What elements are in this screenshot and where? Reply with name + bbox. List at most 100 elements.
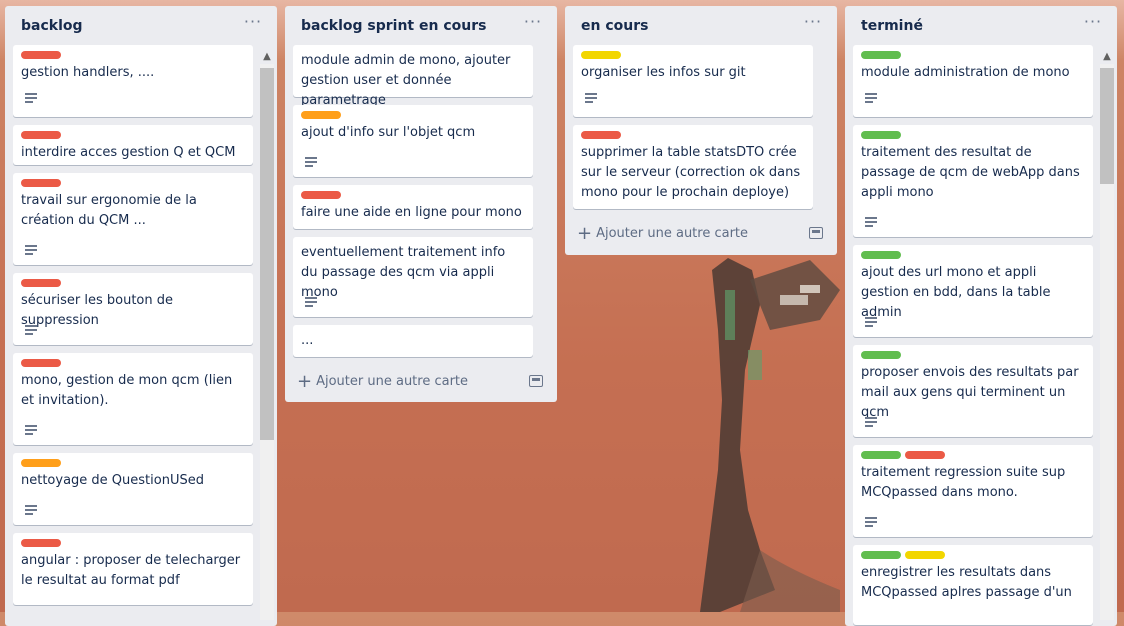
card-title: ajout d'info sur l'objet qcm (301, 125, 476, 140)
plus-icon: + (577, 223, 593, 244)
card-labels (21, 179, 61, 187)
label-red[interactable] (21, 359, 61, 367)
list-0: backlog ··· gestion handlers, .... interdir… (5, 6, 277, 626)
card[interactable]: angular : proposer de telecharger le res… (13, 533, 253, 605)
card-labels (861, 451, 945, 459)
label-orange[interactable] (301, 111, 341, 119)
label-red[interactable] (21, 179, 61, 187)
card[interactable]: enregistrer les resultats dans MCQpassed… (853, 545, 1093, 625)
label-yellow[interactable] (581, 51, 621, 59)
description-icon (865, 517, 877, 527)
more-horizontal-icon[interactable]: ··· (521, 14, 545, 34)
list-title[interactable]: backlog (21, 18, 83, 34)
card-title: supprimer la table statsDTO crée sur le … (581, 145, 801, 200)
card-labels (861, 131, 901, 139)
scroll-thumb[interactable] (260, 68, 274, 440)
card-title: angular : proposer de telecharger le res… (21, 553, 241, 588)
card-title: module admin de mono, ajouter gestion us… (301, 53, 511, 108)
more-horizontal-icon[interactable]: ··· (241, 14, 265, 34)
card-list: gestion handlers, .... interdire acces ge… (5, 45, 277, 626)
card[interactable]: nettoyage de QuestionUSed (13, 453, 253, 525)
card[interactable]: ... (293, 325, 533, 357)
card-labels (581, 131, 621, 139)
card-title: ajout des url mono et appli gestion en b… (861, 265, 1051, 320)
card[interactable]: interdire acces gestion Q et QCM ... (13, 125, 253, 180)
card[interactable]: sécuriser les bouton de suppression (13, 273, 253, 345)
more-horizontal-icon[interactable]: ··· (1081, 14, 1105, 34)
card[interactable]: traitement des resultat de passage de qc… (853, 125, 1093, 237)
card-template-icon[interactable] (529, 375, 543, 387)
more-horizontal-icon[interactable]: ··· (801, 14, 825, 34)
card-labels (861, 251, 901, 259)
list-title[interactable]: en cours (581, 18, 648, 34)
card-title: eventuellement traitement info du passag… (301, 245, 506, 300)
scroll-up-arrow-icon[interactable]: ▲ (259, 50, 275, 64)
label-green[interactable] (861, 351, 901, 359)
list-3: terminé ··· module administration de mono t… (845, 6, 1117, 626)
card-template-icon[interactable] (809, 227, 823, 239)
plus-icon: + (297, 371, 313, 392)
label-red[interactable] (905, 451, 945, 459)
card-labels (21, 131, 61, 139)
label-orange[interactable] (21, 459, 61, 467)
card[interactable]: gestion handlers, .... (13, 45, 253, 117)
list-header: backlog ··· (5, 6, 277, 46)
card[interactable]: supprimer la table statsDTO crée sur le … (573, 125, 813, 209)
list-scrollbar[interactable]: ▲ (259, 50, 275, 620)
card-labels (861, 351, 901, 359)
description-icon (305, 297, 317, 307)
add-card-label: Ajouter une autre carte (596, 226, 749, 241)
description-icon (25, 245, 37, 255)
label-red[interactable] (21, 131, 61, 139)
scroll-thumb[interactable] (1100, 68, 1114, 184)
list-title[interactable]: terminé (861, 18, 923, 34)
label-red[interactable] (21, 279, 61, 287)
label-green[interactable] (861, 251, 901, 259)
label-green[interactable] (861, 551, 901, 559)
card[interactable]: eventuellement traitement info du passag… (293, 237, 533, 317)
list-header: en cours ··· (565, 6, 837, 46)
card-title: ... (301, 333, 314, 348)
card-title: sécuriser les bouton de suppression (21, 293, 173, 328)
card[interactable]: module administration de mono (853, 45, 1093, 117)
card-labels (21, 539, 61, 547)
card[interactable]: mono, gestion de mon qcm (lien et invita… (13, 353, 253, 445)
description-icon (305, 157, 317, 167)
card[interactable]: traitement regression suite sup MCQpasse… (853, 445, 1093, 537)
add-card-button[interactable]: + Ajouter une autre carte (577, 220, 748, 248)
label-red[interactable] (301, 191, 341, 199)
add-card-button[interactable]: + Ajouter une autre carte (297, 368, 468, 396)
card-labels (21, 279, 61, 287)
card-labels (301, 111, 341, 119)
card[interactable]: travail sur ergonomie de la création du … (13, 173, 253, 265)
label-red[interactable] (21, 539, 61, 547)
card-labels (21, 459, 61, 467)
label-green[interactable] (861, 131, 901, 139)
card-labels (861, 51, 901, 59)
list-header: terminé ··· (845, 6, 1117, 46)
description-icon (865, 417, 877, 427)
card-title: nettoyage de QuestionUSed (21, 473, 204, 488)
label-red[interactable] (581, 131, 621, 139)
card[interactable]: proposer envois des resultats par mail a… (853, 345, 1093, 437)
label-yellow[interactable] (905, 551, 945, 559)
card[interactable]: organiser les infos sur git (573, 45, 813, 117)
card[interactable]: ajout des url mono et appli gestion en b… (853, 245, 1093, 337)
card[interactable]: ajout d'info sur l'objet qcm (293, 105, 533, 177)
scroll-up-arrow-icon[interactable]: ▲ (1099, 50, 1115, 64)
list-title[interactable]: backlog sprint en cours (301, 18, 486, 34)
label-green[interactable] (861, 51, 901, 59)
list-scrollbar[interactable]: ▲ (1099, 50, 1115, 620)
card-title: proposer envois des resultats par mail a… (861, 365, 1079, 420)
card-list: module admin de mono, ajouter gestion us… (285, 45, 557, 402)
card[interactable]: module admin de mono, ajouter gestion us… (293, 45, 533, 108)
card-list: module administration de mono traitement … (845, 45, 1117, 626)
label-green[interactable] (861, 451, 901, 459)
card-title: faire une aide en ligne pour mono (301, 205, 522, 220)
card-title: travail sur ergonomie de la création du … (21, 193, 197, 228)
card-labels (301, 191, 341, 199)
label-red[interactable] (21, 51, 61, 59)
list-2: en cours ··· organiser les infos sur git su… (565, 6, 837, 255)
card[interactable]: faire une aide en ligne pour mono (293, 185, 533, 229)
list-1: backlog sprint en cours ··· module admin d… (285, 6, 557, 402)
